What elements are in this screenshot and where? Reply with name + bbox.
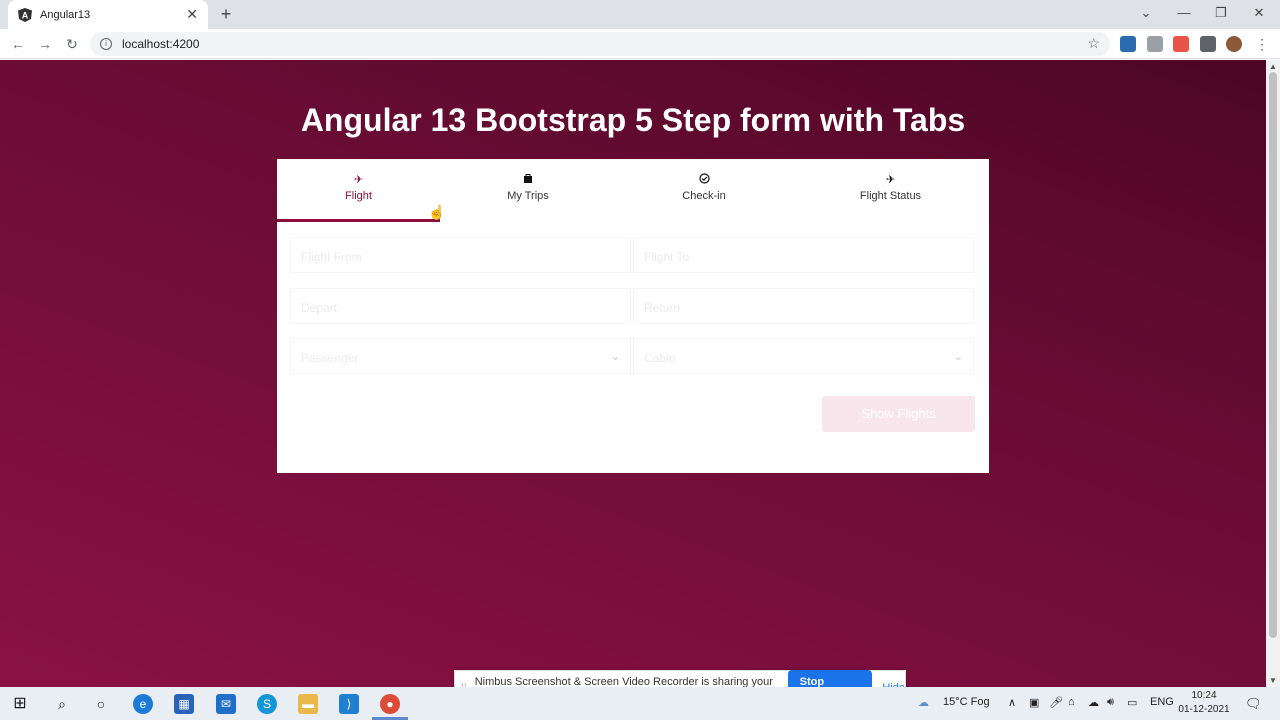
cabin-select[interactable]: Cabin ⌄ bbox=[633, 338, 974, 374]
tab-search-icon[interactable]: ⌄ bbox=[1132, 0, 1160, 28]
new-tab-button[interactable]: + bbox=[216, 4, 236, 24]
chevron-down-icon: ⌄ bbox=[953, 351, 963, 363]
tab-bar: ✈ Flight My Trips Check-in ✈ Flight Stat… bbox=[277, 159, 989, 223]
record-icon[interactable] bbox=[1173, 36, 1189, 52]
flight-to-field[interactable]: Flight To bbox=[633, 237, 974, 273]
site-info-icon[interactable]: i bbox=[100, 38, 112, 50]
plane-icon: ✈ bbox=[885, 174, 896, 186]
tab-my-trips[interactable]: My Trips bbox=[440, 159, 616, 221]
show-flights-button[interactable]: Show Flights bbox=[822, 396, 975, 432]
scrollbar-thumb[interactable] bbox=[1269, 72, 1277, 638]
tab-flight[interactable]: ✈ Flight bbox=[277, 159, 440, 221]
scroll-up-icon[interactable]: ▲ bbox=[1269, 62, 1277, 71]
tab-check-in[interactable]: Check-in bbox=[616, 159, 792, 221]
page-title: Angular 13 Bootstrap 5 Step form with Ta… bbox=[300, 102, 966, 138]
weather-text[interactable]: 15°C Fog bbox=[943, 696, 990, 708]
chevron-down-icon: ⌄ bbox=[610, 351, 620, 363]
passenger-select[interactable]: Passenger ⌄ bbox=[290, 338, 631, 374]
weather-icon[interactable]: ☁ bbox=[918, 696, 929, 709]
vscode-icon[interactable]: ⟩ bbox=[339, 694, 359, 714]
microphone-icon[interactable]: 🎤︎ bbox=[1049, 696, 1063, 709]
avatar[interactable] bbox=[1226, 36, 1242, 52]
battery-icon[interactable]: ▭ bbox=[1127, 696, 1137, 709]
clock-time: 10:24 bbox=[1191, 690, 1217, 701]
tray-overflow-icon[interactable]: ∧ bbox=[1008, 696, 1016, 709]
cabin-select-value: Cabin bbox=[644, 351, 676, 365]
tab-label: Flight Status bbox=[859, 190, 922, 202]
file-explorer-icon[interactable]: ▬ bbox=[298, 694, 318, 714]
active-tab-indicator bbox=[277, 219, 440, 222]
return-field[interactable]: Return bbox=[633, 288, 974, 324]
task-view-icon[interactable]: ○ bbox=[91, 694, 111, 714]
notifications-icon[interactable]: 🗨︎ bbox=[1245, 696, 1262, 712]
check-circle-icon bbox=[616, 173, 792, 187]
scroll-down-icon[interactable]: ▼ bbox=[1269, 676, 1277, 685]
search-icon[interactable]: ⌕ bbox=[52, 694, 72, 714]
tab-label: My Trips bbox=[507, 190, 549, 202]
forward-icon[interactable]: → bbox=[35, 34, 55, 54]
bag-icon bbox=[440, 173, 616, 187]
language-indicator[interactable]: ENG bbox=[1150, 696, 1174, 708]
volume-icon[interactable]: 🔊︎ bbox=[1107, 696, 1114, 709]
passenger-select-value: Passenger bbox=[301, 351, 359, 365]
clock-date: 01-12-2021 bbox=[1178, 704, 1230, 715]
back-icon[interactable]: ← bbox=[8, 34, 28, 54]
browser-toolbar: ← → ↻ i localhost:4200 ☆ ⋮ bbox=[0, 29, 1280, 59]
url-text: localhost:4200 bbox=[122, 37, 200, 51]
chrome-icon[interactable]: ● bbox=[380, 694, 400, 714]
puzzle-icon[interactable] bbox=[1200, 36, 1216, 52]
meet-icon[interactable]: ▣ bbox=[1029, 696, 1039, 709]
menu-icon[interactable]: ⋮ bbox=[1252, 34, 1272, 54]
windows-start-icon[interactable]: ⊞ bbox=[10, 694, 30, 714]
browser-tab[interactable]: A Angular13 ✕ bbox=[8, 0, 208, 29]
plane-icon: ✈ bbox=[353, 174, 364, 186]
clock[interactable]: 10:24 01-12-2021 bbox=[1176, 689, 1232, 717]
tab-label: Check-in bbox=[682, 190, 726, 202]
form-card: ✈ Flight My Trips Check-in ✈ Flight Stat… bbox=[277, 159, 989, 473]
extension-icon[interactable] bbox=[1120, 36, 1136, 52]
maximize-button[interactable]: ❐ bbox=[1207, 0, 1235, 28]
depart-field[interactable]: Depart bbox=[290, 288, 631, 324]
angular-logo-icon: A bbox=[18, 7, 32, 22]
scrollbar[interactable]: ▲ ▼ bbox=[1266, 60, 1280, 687]
mail-icon[interactable]: ✉ bbox=[216, 694, 236, 714]
flight-from-field[interactable]: Flight From bbox=[290, 237, 631, 273]
taskbar: ⊞ ⌕ ○ e ▦ ✉ S ▬ ⟩ ● ☁ 15°C Fog ∧ ▣ 🎤︎ ⌂ … bbox=[0, 687, 1280, 720]
skype-icon[interactable]: S bbox=[257, 694, 277, 714]
network-icon[interactable]: ⌂ bbox=[1068, 696, 1075, 708]
shield-icon[interactable] bbox=[1147, 36, 1163, 52]
address-bar[interactable]: i localhost:4200 ☆ bbox=[90, 32, 1110, 56]
minimize-button[interactable]: — bbox=[1170, 0, 1198, 28]
browser-tabstrip: A Angular13 ✕ + ⌄ — ❐ ✕ bbox=[0, 0, 1280, 29]
close-tab-icon[interactable]: ✕ bbox=[186, 6, 198, 23]
browser-tab-title: Angular13 bbox=[40, 8, 91, 21]
hand-cursor-icon: ☝ bbox=[428, 204, 446, 220]
store-icon[interactable]: ▦ bbox=[174, 694, 194, 714]
svg-text:A: A bbox=[22, 10, 29, 20]
bookmark-star-icon[interactable]: ☆ bbox=[1087, 35, 1100, 52]
close-window-button[interactable]: ✕ bbox=[1245, 0, 1273, 28]
reload-icon[interactable]: ↻ bbox=[62, 34, 82, 54]
tab-flight-status[interactable]: ✈ Flight Status bbox=[792, 159, 989, 221]
edge-icon[interactable]: e bbox=[133, 694, 153, 714]
tab-label: Flight bbox=[345, 190, 372, 202]
onedrive-icon[interactable]: ☁ bbox=[1088, 696, 1099, 709]
